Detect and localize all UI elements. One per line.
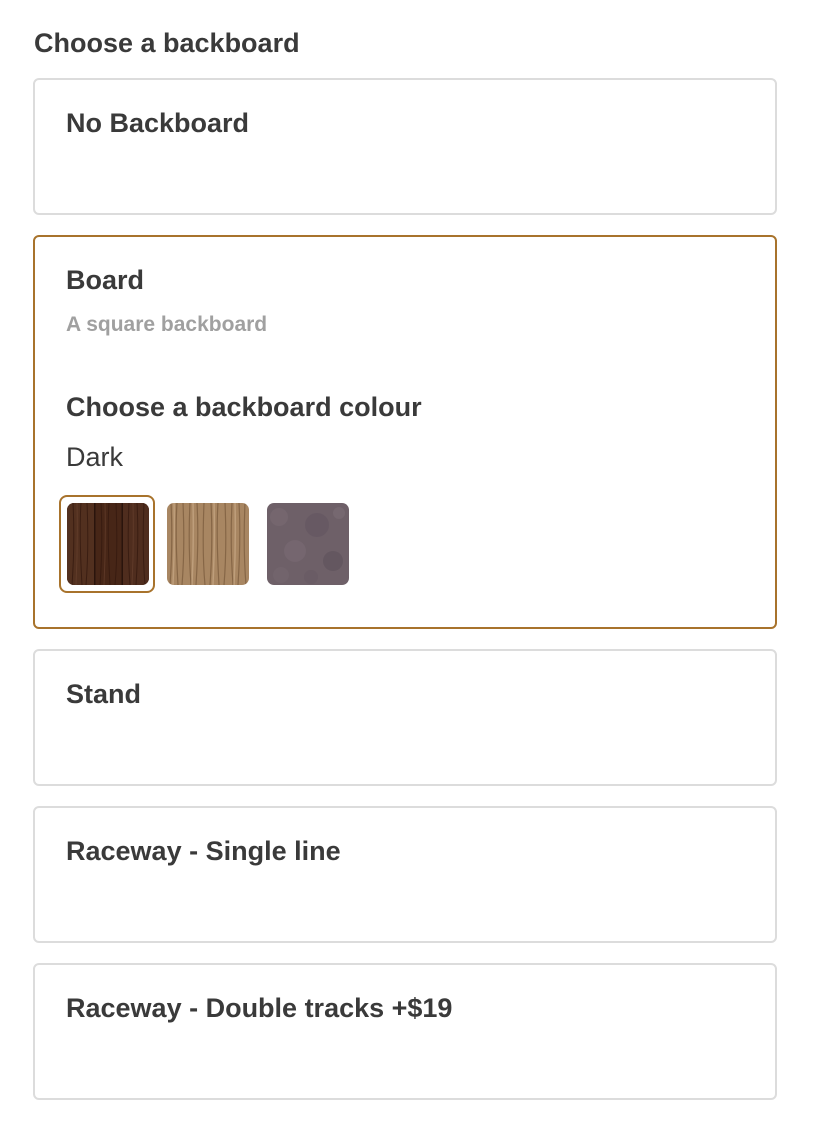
option-title: No Backboard [66,108,250,138]
option-title: Raceway - Single line [66,836,341,866]
swatch-dark[interactable] [59,495,155,593]
option-description: A square backboard [66,313,268,336]
option-title: Stand [66,679,142,709]
option-raceway-single[interactable]: Raceway - Single line [33,806,777,943]
option-stand[interactable]: Stand [33,649,777,786]
swatch-light-wood[interactable] [159,495,255,593]
dark-wood-texture [67,503,149,585]
option-title: Raceway - Double tracks +$19 [66,993,453,1023]
colour-heading: Choose a backboard colour [66,392,422,422]
selected-colour-label: Dark [66,442,124,472]
option-title: Board [66,265,145,295]
grey-texture [267,503,349,585]
option-raceway-double[interactable]: Raceway - Double tracks +$19 [33,963,777,1100]
swatch-grey[interactable] [259,495,355,593]
section-title: Choose a backboard [34,28,300,58]
option-board[interactable]: Board A square backboard Choose a backbo… [33,235,777,629]
light-wood-texture [167,503,249,585]
backboard-selector: Choose a backboard No Backboard Board A … [0,0,826,1140]
option-no-backboard[interactable]: No Backboard [33,78,777,215]
